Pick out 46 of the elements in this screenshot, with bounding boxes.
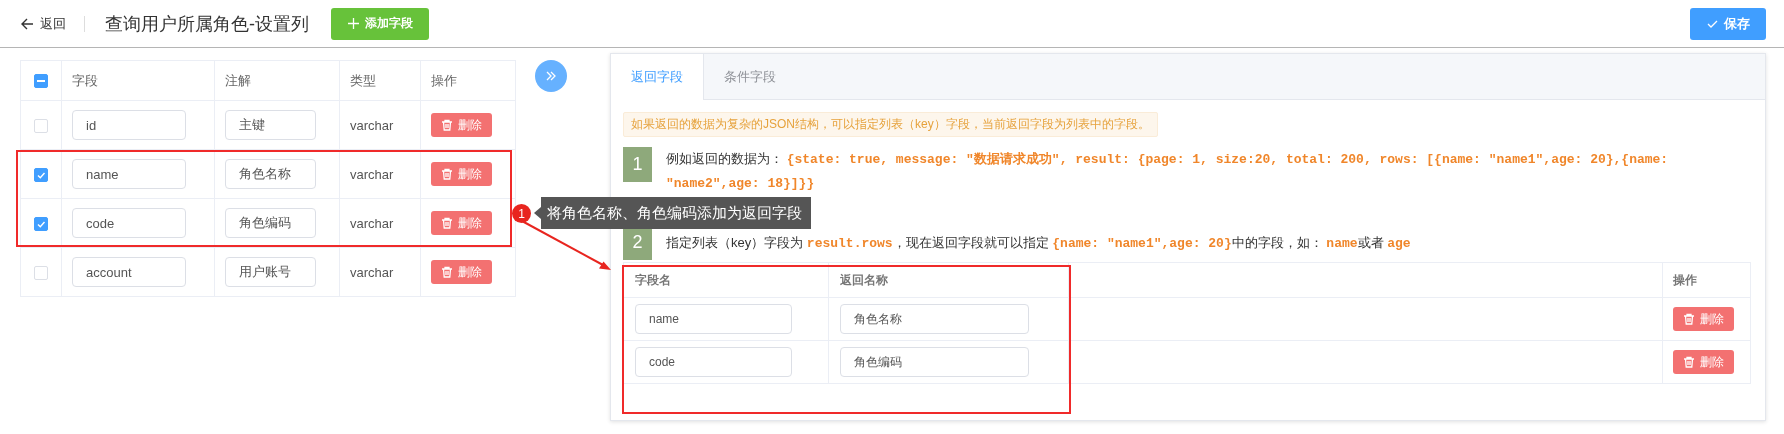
column-header: 字段名	[635, 272, 671, 287]
back-link[interactable]: 返回	[20, 15, 85, 32]
column-header: 操作	[1673, 272, 1697, 287]
column-header: 字段	[72, 72, 98, 88]
step-text: 指定列表（key）字段为 result.rows，现在返回字段就可以指定 {name: "name1",age: 20}中的字段，如： name或者 age	[666, 233, 1411, 253]
table-cell: varchar	[350, 215, 394, 231]
plus-icon	[347, 18, 359, 29]
trash-icon	[441, 217, 453, 229]
input-field[interactable]: 主键	[225, 110, 316, 140]
trash-icon	[1683, 313, 1695, 325]
input-field[interactable]: 用户账号	[225, 257, 316, 287]
input-field[interactable]: code	[635, 347, 792, 377]
callout-number: 1	[512, 204, 531, 223]
step-number: 1	[623, 147, 652, 182]
column-header: 操作	[431, 72, 457, 88]
checkbox[interactable]	[34, 74, 48, 89]
column-header: 类型	[350, 72, 376, 88]
table-cell: varchar	[350, 166, 394, 182]
table-cell: varchar	[350, 117, 394, 133]
tooltip-pointer-icon	[534, 207, 541, 219]
check-icon	[1706, 18, 1718, 29]
step-text: 例如返回的数据为： {state: true, message: "数据请求成功", result: {page: 1, size:20, total: 200, rows: [{name: "name1",age: 20},{name: "name2",age: 18}]}}	[666, 150, 1670, 193]
trash-icon	[441, 168, 453, 180]
column-header: 返回名称	[840, 272, 888, 287]
trash-icon	[441, 266, 453, 278]
input-field[interactable]: 角色编码	[225, 208, 316, 238]
trash-icon	[441, 119, 453, 131]
input-field[interactable]: name	[635, 304, 792, 334]
double-chevron-icon	[546, 71, 556, 81]
checkbox[interactable]	[34, 216, 48, 231]
arrow-left-icon	[20, 16, 34, 31]
input-field[interactable]: code	[72, 208, 186, 238]
input-field[interactable]: account	[72, 257, 186, 287]
expand-button[interactable]	[535, 60, 567, 92]
input-field[interactable]: 角色名称	[840, 304, 1029, 334]
tooltip: 将角色名称、角色编码添加为返回字段	[534, 197, 811, 229]
input-field[interactable]: name	[72, 159, 186, 189]
page-title: 查询用户所属角色-设置列	[105, 12, 309, 36]
checkbox[interactable]	[34, 167, 48, 182]
trash-icon	[1683, 356, 1695, 368]
column-header: 注解	[225, 72, 251, 88]
input-field[interactable]: 角色编码	[840, 347, 1029, 377]
table-cell: varchar	[350, 264, 394, 280]
notice: 如果返回的数据为复杂的JSON结构，可以指定列表（key）字段，当前返回字段为列表中的字段。	[623, 112, 1158, 137]
input-field[interactable]: 角色名称	[225, 159, 316, 189]
input-field[interactable]: id	[72, 110, 186, 140]
